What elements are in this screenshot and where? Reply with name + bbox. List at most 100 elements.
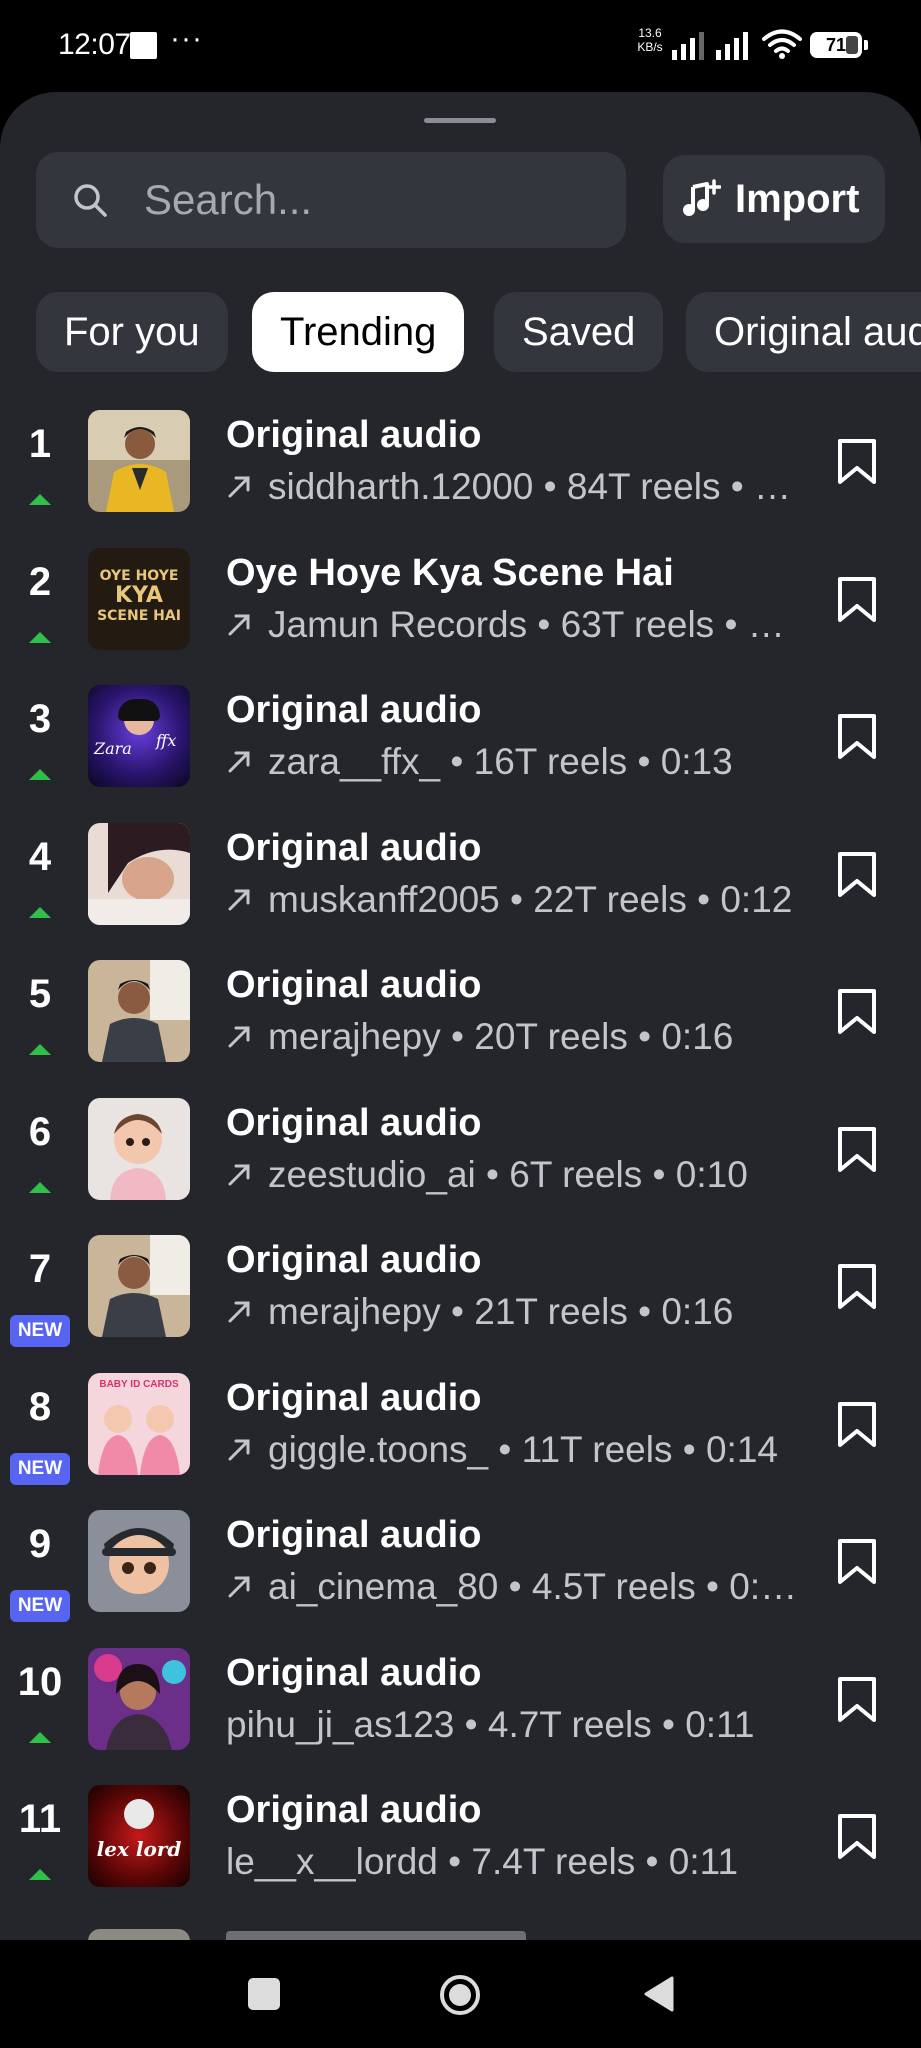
search-input[interactable] [144,152,604,248]
thumb-text-line: SCENE HAI [97,607,181,624]
thumb-text: lex lord [96,1837,182,1861]
home-button[interactable] [439,1974,481,2016]
list-item[interactable]: 4 Original audio muskanff2005 • 22T reel… [0,822,921,961]
audio-title: Original audio [226,689,482,731]
rank-number: 10 [17,1659,63,1704]
trend-up-icon [29,631,51,643]
tab-trending[interactable]: Trending [252,292,465,372]
rank-number: 11 [18,1797,62,1841]
rank-number: 8 [28,1384,52,1429]
audio-thumbnail [88,1097,190,1200]
list-item[interactable]: 5 Original audio merajhepy • 20T reels •… [0,960,921,1098]
audio-subtitle: pihu_ji_as123 • 4.7T reels • 0:11 [226,1703,755,1745]
search-bar[interactable] [36,152,626,248]
trend-up-icon [29,1869,51,1880]
trending-arrow-icon [228,1164,250,1185]
list-item[interactable]: 7 NEW Original audio merajhepy • 21T ree… [0,1235,921,1373]
audio-meta: siddharth.12000 • 84T reels • 0:15 [268,466,801,507]
audio-meta: Jamun Records • 63T reels • 0:30 [268,603,801,645]
back-button[interactable] [640,1974,676,2014]
sheet-drag-handle[interactable] [424,118,496,123]
audio-subtitle: giggle.toons_ • 11T reels • 0:14 [226,1429,801,1471]
audio-meta: merajhepy • 21T reels • 0:16 [268,1291,734,1332]
bookmark-icon[interactable] [836,438,878,486]
bookmark-icon[interactable] [836,1538,878,1586]
list-item[interactable]: 2 OYE HOYE KYA SCENE HAI Oye Hoye Kya Sc… [0,547,921,686]
audio-subtitle: Jamun Records • 63T reels • 0:30 [226,604,801,646]
tab-original-audio[interactable]: Original audio [686,292,921,372]
bookmark-icon[interactable] [836,851,878,899]
network-speed-unit: KB/s [637,40,663,54]
audio-thumbnail [88,410,190,512]
audio-meta: merajhepy • 20T reels • 0:16 [268,1016,734,1057]
audio-picker-sheet: Import For you Trending Saved Original a… [0,92,921,1940]
bookmark-icon[interactable] [836,1401,878,1449]
bookmark-icon[interactable] [836,576,878,624]
rank-number: 9 [28,1522,52,1566]
audio-thumbnail [88,960,190,1062]
list-item-partial[interactable] [0,1923,921,1940]
rank-number: 3 [28,697,52,741]
audio-title: Original audio [226,964,482,1006]
recents-button[interactable] [248,1978,280,2010]
list-item[interactable]: 3 Zara ffx Original audio zara__ffx_ • 1… [0,685,921,823]
rank-number: 2 [28,559,52,604]
thumb-text: ffx [156,731,177,750]
status-time: 12:07 [58,28,131,61]
audio-title: Original audio [226,826,482,869]
bookmark-icon[interactable] [836,1126,878,1174]
bookmark-icon[interactable] [836,713,878,761]
list-item[interactable]: 8 NEW BABY ID CARDS Original audio giggl… [0,1372,921,1511]
audio-thumbnail: OYE HOYE KYA SCENE HAI [88,547,190,650]
signal-icon-2 [716,32,748,60]
audio-title: Original audio [226,1514,482,1556]
trending-arrow-icon [228,1576,250,1598]
trend-up-icon [29,1044,51,1055]
audio-subtitle: zeestudio_ai • 6T reels • 0:10 [226,1154,801,1196]
audio-title: Original audio [226,1789,482,1831]
audio-meta: ai_cinema_80 • 4.5T reels • 0:12 [268,1566,801,1607]
bookmark-icon[interactable] [836,1676,878,1724]
bookmark-icon[interactable] [836,988,878,1036]
audio-meta: muskanff2005 • 22T reels • 0:12 [268,878,793,920]
system-nav-bar [0,1940,921,2048]
trending-arrow-icon [228,889,250,910]
audio-title: Original audio [226,1239,482,1281]
trend-up-icon [29,494,51,505]
trend-up-icon [29,769,51,780]
audio-subtitle: siddharth.12000 • 84T reels • 0:15 [226,466,801,508]
tab-for-you[interactable]: For you [36,292,228,372]
audio-subtitle: merajhepy • 21T reels • 0:16 [226,1291,801,1333]
trend-up-icon [29,1181,51,1193]
audio-thumbnail [88,1235,190,1337]
bookmark-icon[interactable] [836,1813,878,1861]
new-badge: NEW [10,1452,70,1485]
list-item[interactable]: 1 Original audio siddharth.12000 • 84T r… [0,410,921,548]
audio-subtitle: merajhepy • 20T reels • 0:16 [226,1016,801,1058]
signal-icon [672,32,704,60]
audio-title: Original audio [226,1101,482,1144]
list-item[interactable]: 9 NEW Original audio ai_cinema_80 • 4.5T… [0,1510,921,1648]
rank-number: 7 [28,1247,52,1291]
rank-number: 1 [28,422,52,466]
rank-number: 4 [28,834,52,879]
list-item[interactable]: 10 Original audio pihu_ji_as123 • 4.7T r… [0,1647,921,1786]
rank-number: 5 [28,972,52,1016]
tab-saved[interactable]: Saved [494,292,664,372]
trend-up-icon [29,1731,51,1743]
new-badge: NEW [10,1315,70,1347]
music-import-icon [683,179,721,216]
network-speed: 13.6 KB/s [634,26,666,54]
list-item[interactable]: 6 Original audio zeestudio_ai • 6T reels… [0,1097,921,1236]
wifi-icon [762,29,802,59]
audio-thumbnail [88,822,190,925]
audio-thumbnail: BABY ID CARDS [88,1372,190,1475]
new-badge: NEW [10,1590,70,1622]
list-item[interactable]: 11 lex lord Original audio le__x__lordd … [0,1785,921,1923]
search-icon [74,184,107,217]
import-button[interactable]: Import [663,155,885,243]
audio-title: Original audio [226,414,482,456]
status-bar: 12:07 ··· 13.6 KB/s 71 [0,0,921,92]
bookmark-icon[interactable] [836,1263,878,1311]
thumb-babies [98,1404,180,1475]
